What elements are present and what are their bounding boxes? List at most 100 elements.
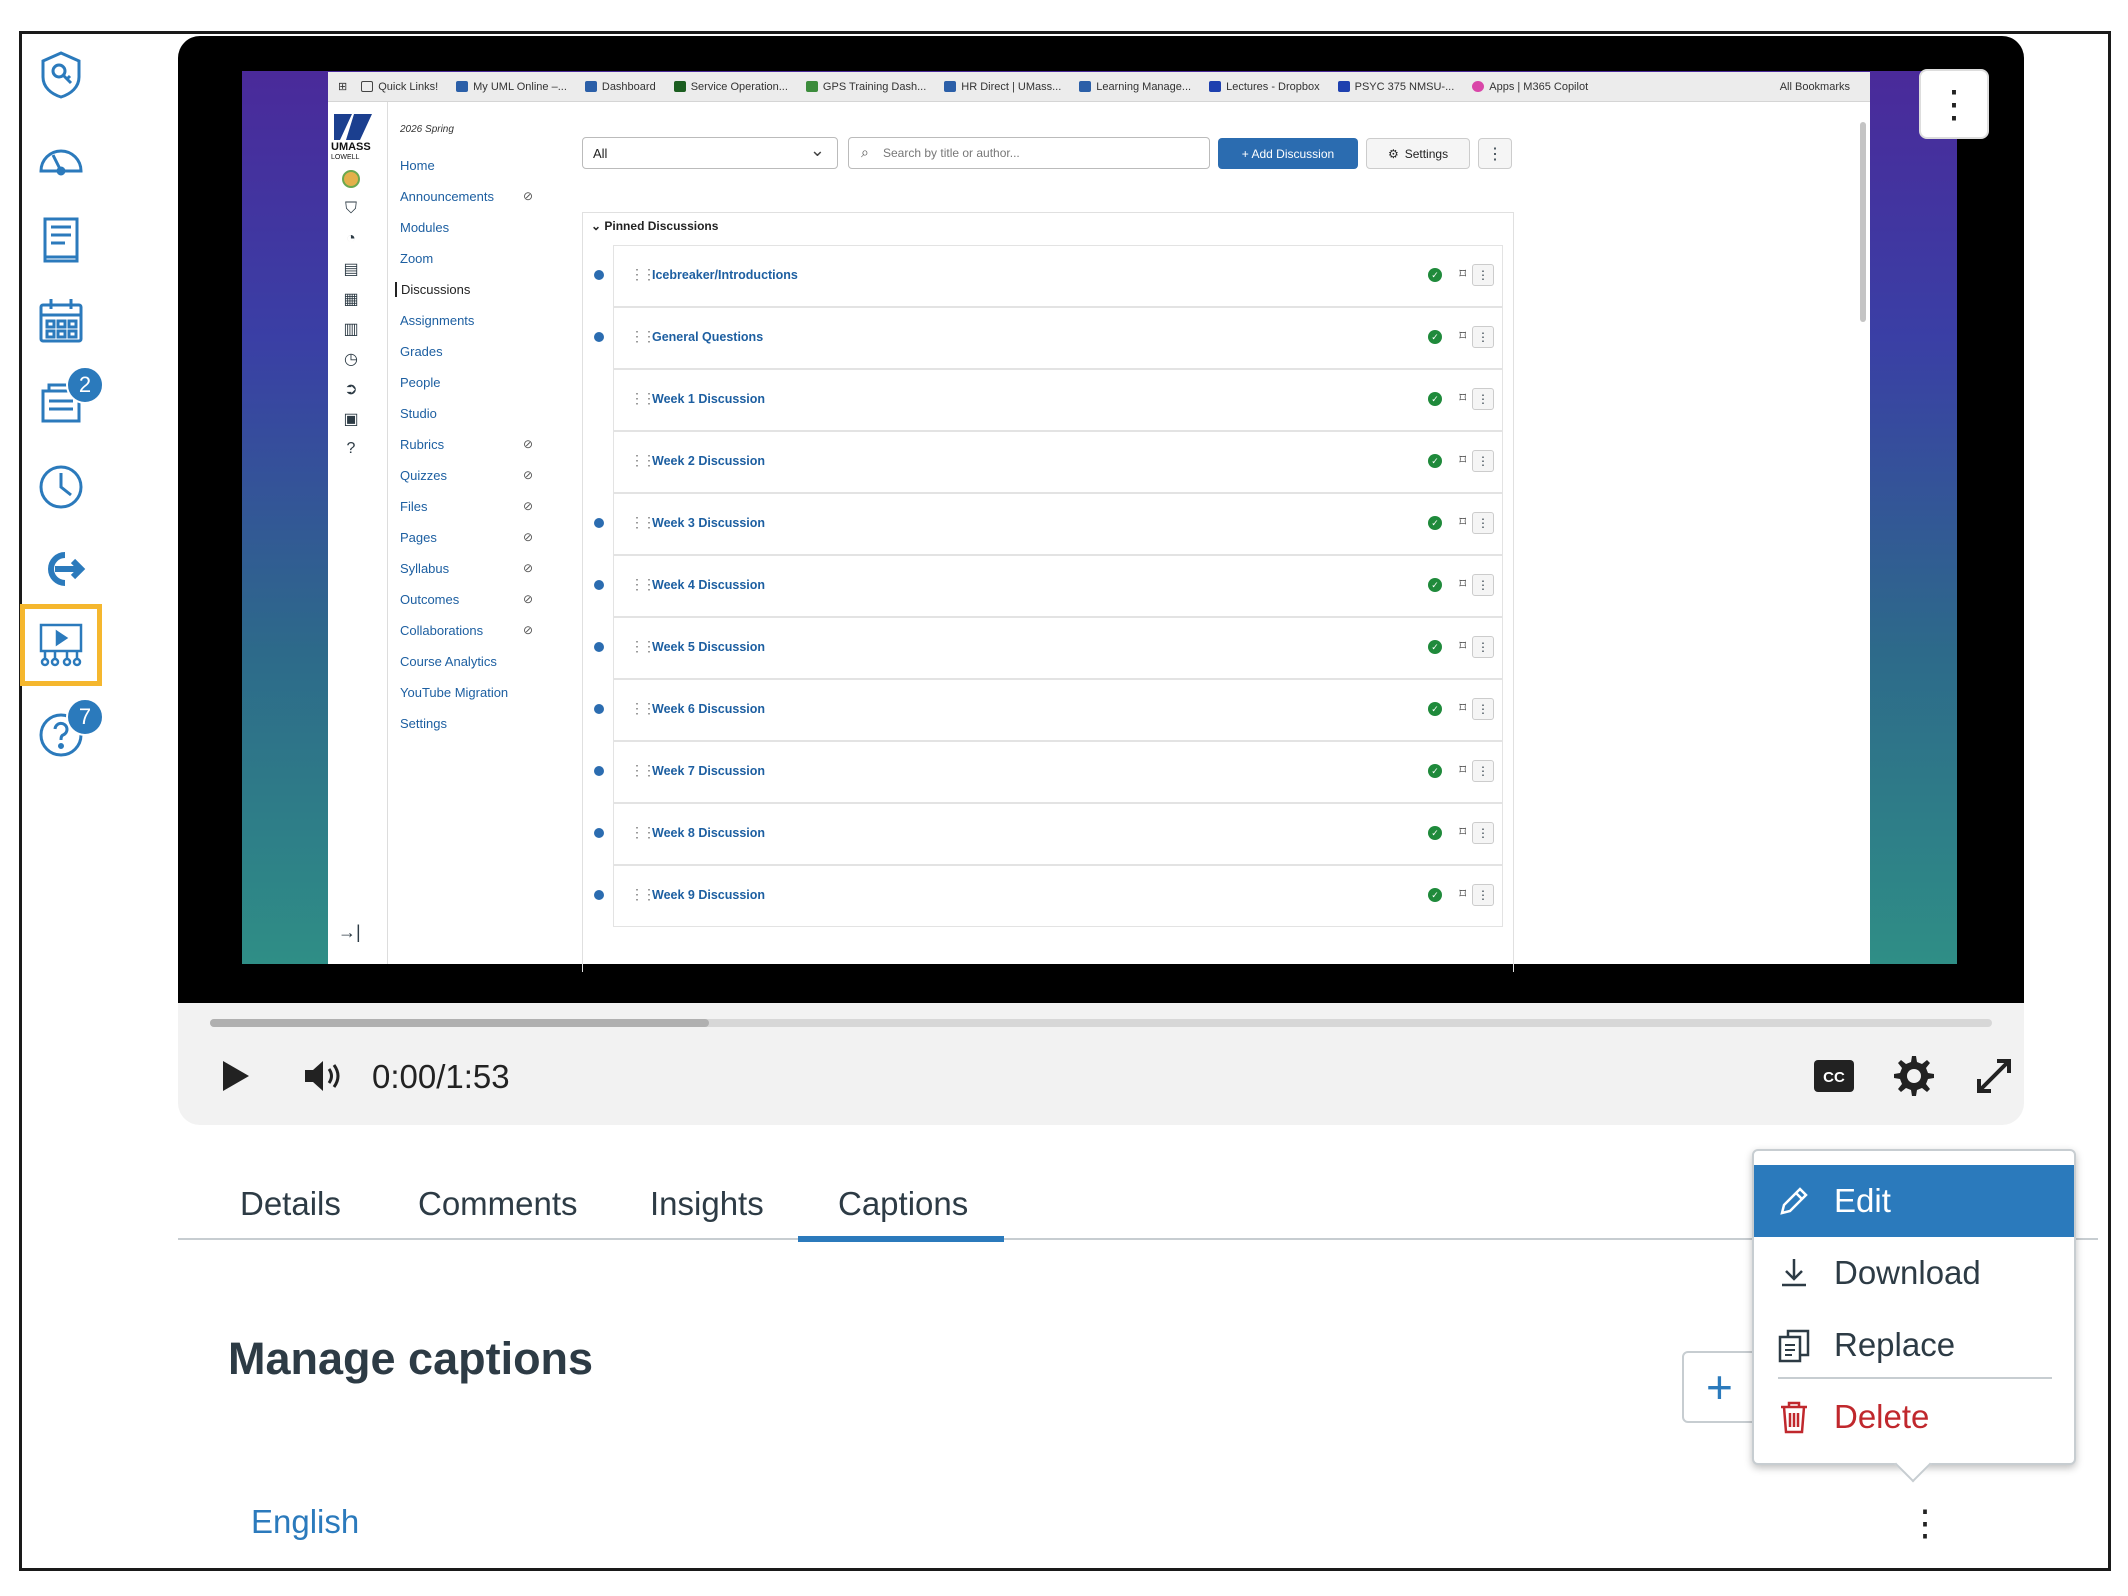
- menu-item-delete[interactable]: Delete: [1754, 1381, 2074, 1453]
- caption-language-link[interactable]: English: [251, 1503, 359, 1541]
- time-display: 0:00/1:53: [372, 1058, 510, 1095]
- drag-handle-icon: ⋮⋮: [630, 638, 656, 654]
- tab-comments[interactable]: Comments: [418, 1185, 578, 1223]
- menu-item-edit[interactable]: Edit: [1754, 1165, 2074, 1237]
- mini-studio-icon: ▣: [343, 411, 359, 428]
- dashboard-icon[interactable]: [32, 130, 90, 188]
- progress-buffered: [210, 1019, 709, 1027]
- bookmark-label: Apps | M365 Copilot: [1489, 80, 1589, 93]
- fullscreen-button[interactable]: [1964, 1046, 2024, 1106]
- bookmark-icon: ⌑: [1459, 266, 1466, 281]
- course-nav-studio: Studio: [400, 406, 437, 421]
- menu-item-label: Download: [1834, 1254, 1981, 1291]
- discussion-row: ⋮⋮ Week 2 Discussion ✓ ⌑ ⋮: [613, 431, 1503, 493]
- bookmark-item: Dashboard: [584, 80, 656, 93]
- replace-icon: [1778, 1329, 1810, 1363]
- settings-button[interactable]: [1884, 1046, 1944, 1106]
- row-menu-icon: ⋮: [1472, 388, 1494, 410]
- bookmark-label: Lectures - Dropbox: [1226, 80, 1320, 93]
- bookmark-item: Learning Manage...: [1079, 81, 1191, 93]
- pinned-header-label: Pinned Discussions: [604, 219, 719, 233]
- mini-logout-icon: ➲: [344, 381, 358, 398]
- discussion-title: Week 1 Discussion: [652, 392, 766, 406]
- discussion-title: General Questions: [652, 330, 764, 344]
- video-progress-bar[interactable]: [210, 1019, 1992, 1027]
- account-icon[interactable]: [32, 46, 90, 104]
- collapse-nav-icon: →|: [338, 922, 361, 942]
- drag-handle-icon: ⋮⋮: [630, 390, 656, 406]
- bookmark-icon: ⌑: [1459, 638, 1466, 653]
- hidden-eye-icon: ⊘: [523, 189, 534, 203]
- bookmark-item: Lectures - Dropbox: [1209, 81, 1320, 93]
- video-options-button[interactable]: ⋮: [1919, 69, 1989, 139]
- drag-handle-icon: ⋮⋮: [630, 328, 656, 344]
- course-nav-youtube-migration: YouTube Migration: [400, 685, 509, 700]
- gear-icon: [1894, 1056, 1934, 1096]
- video-area[interactable]: ⊞ Quick Links! My UML Online –... Dashbo…: [178, 36, 2024, 1003]
- menu-item-download[interactable]: Download: [1754, 1237, 2074, 1309]
- bookmark-label: Dashboard: [601, 80, 656, 93]
- drag-handle-icon: ⋮⋮: [630, 762, 656, 778]
- published-check-icon: ✓: [1428, 268, 1442, 282]
- svg-text:LOWELL: LOWELL: [331, 154, 360, 161]
- row-menu-icon: ⋮: [1472, 760, 1494, 782]
- calendar-icon[interactable]: [32, 292, 90, 350]
- bookmark-item: Service Operation...: [673, 81, 788, 93]
- unread-dot-icon: [594, 580, 604, 590]
- mini-account-icon: ⛉: [344, 200, 357, 217]
- hidden-eye-icon: ⊘: [523, 468, 534, 482]
- unread-dot-icon: [594, 890, 604, 900]
- bookmark-icon: ⌑: [1459, 762, 1466, 777]
- course-nav-home: Home: [400, 158, 435, 173]
- row-menu-icon: ⋮: [1472, 698, 1494, 720]
- play-icon: [223, 1061, 249, 1091]
- tab-details[interactable]: Details: [240, 1185, 341, 1223]
- course-nav-pages: Pages: [400, 530, 437, 545]
- caption-options-button[interactable]: ⋮: [1907, 1498, 1943, 1548]
- logout-arrow-icon[interactable]: [32, 540, 90, 598]
- drag-handle-icon: ⋮⋮: [630, 452, 656, 468]
- published-check-icon: ✓: [1428, 826, 1442, 840]
- inbox-icon[interactable]: 2: [32, 366, 104, 432]
- discussion-title: Week 9 Discussion: [652, 888, 766, 902]
- discussion-title: Week 5 Discussion: [652, 640, 766, 654]
- pencil-icon: [1780, 1187, 1808, 1215]
- tab-captions[interactable]: Captions: [798, 1185, 1004, 1242]
- discussion-row: ⋮⋮ Week 4 Discussion ✓ ⌑ ⋮: [594, 555, 1503, 617]
- menu-item-replace[interactable]: Replace: [1754, 1309, 2074, 1381]
- studio-icon[interactable]: [20, 604, 102, 686]
- drag-handle-icon: ⋮⋮: [630, 514, 656, 530]
- avatar: [340, 168, 362, 190]
- history-icon[interactable]: [32, 458, 90, 516]
- embedded-global-nav: UMASS LOWELL ⛉ ◔ ▤ ▦ ▥ ◷ ➲ ▣ ?: [328, 102, 388, 964]
- bookmark-label: PSYC 375 NMSU-...: [1354, 80, 1455, 93]
- courses-icon[interactable]: [32, 210, 90, 268]
- course-nav-files: Files: [400, 499, 428, 514]
- all-bookmarks: All Bookmarks: [1779, 81, 1850, 93]
- pinned-discussions-panel: ⌄ Pinned Discussions ⋮⋮ Icebreaker/Introd…: [582, 212, 1514, 972]
- gear-icon: ⚙: [1387, 146, 1399, 161]
- help-badge: 7: [66, 698, 104, 736]
- tab-insights[interactable]: Insights: [650, 1185, 764, 1223]
- embedded-scrollbar: [1860, 122, 1866, 322]
- inbox-badge: 2: [66, 366, 104, 404]
- course-nav-outcomes: Outcomes: [400, 592, 460, 607]
- discussion-row: ⋮⋮ Week 9 Discussion ✓ ⌑ ⋮: [594, 865, 1503, 927]
- hidden-eye-icon: ⊘: [523, 561, 534, 575]
- term-label: 2026 Spring: [400, 124, 454, 135]
- bookmark-label: GPS Training Dash...: [822, 80, 927, 93]
- course-nav-people: People: [400, 375, 441, 390]
- trash-icon: [1781, 1401, 1807, 1434]
- published-check-icon: ✓: [1428, 578, 1442, 592]
- play-button[interactable]: [206, 1046, 262, 1106]
- bookmark-label: My UML Online –...: [473, 80, 567, 93]
- course-nav-collaborations: Collaborations: [400, 623, 484, 638]
- captions-button[interactable]: CC: [1804, 1046, 1864, 1106]
- volume-button[interactable]: [294, 1046, 354, 1106]
- search-placeholder: Search by title or author...: [883, 146, 1020, 160]
- published-check-icon: ✓: [1428, 330, 1442, 344]
- help-icon[interactable]: 7: [32, 698, 104, 764]
- menu-divider: [1778, 1377, 2052, 1379]
- mini-history-icon: ◷: [344, 351, 358, 368]
- more-options-button: ⋮: [1478, 138, 1512, 169]
